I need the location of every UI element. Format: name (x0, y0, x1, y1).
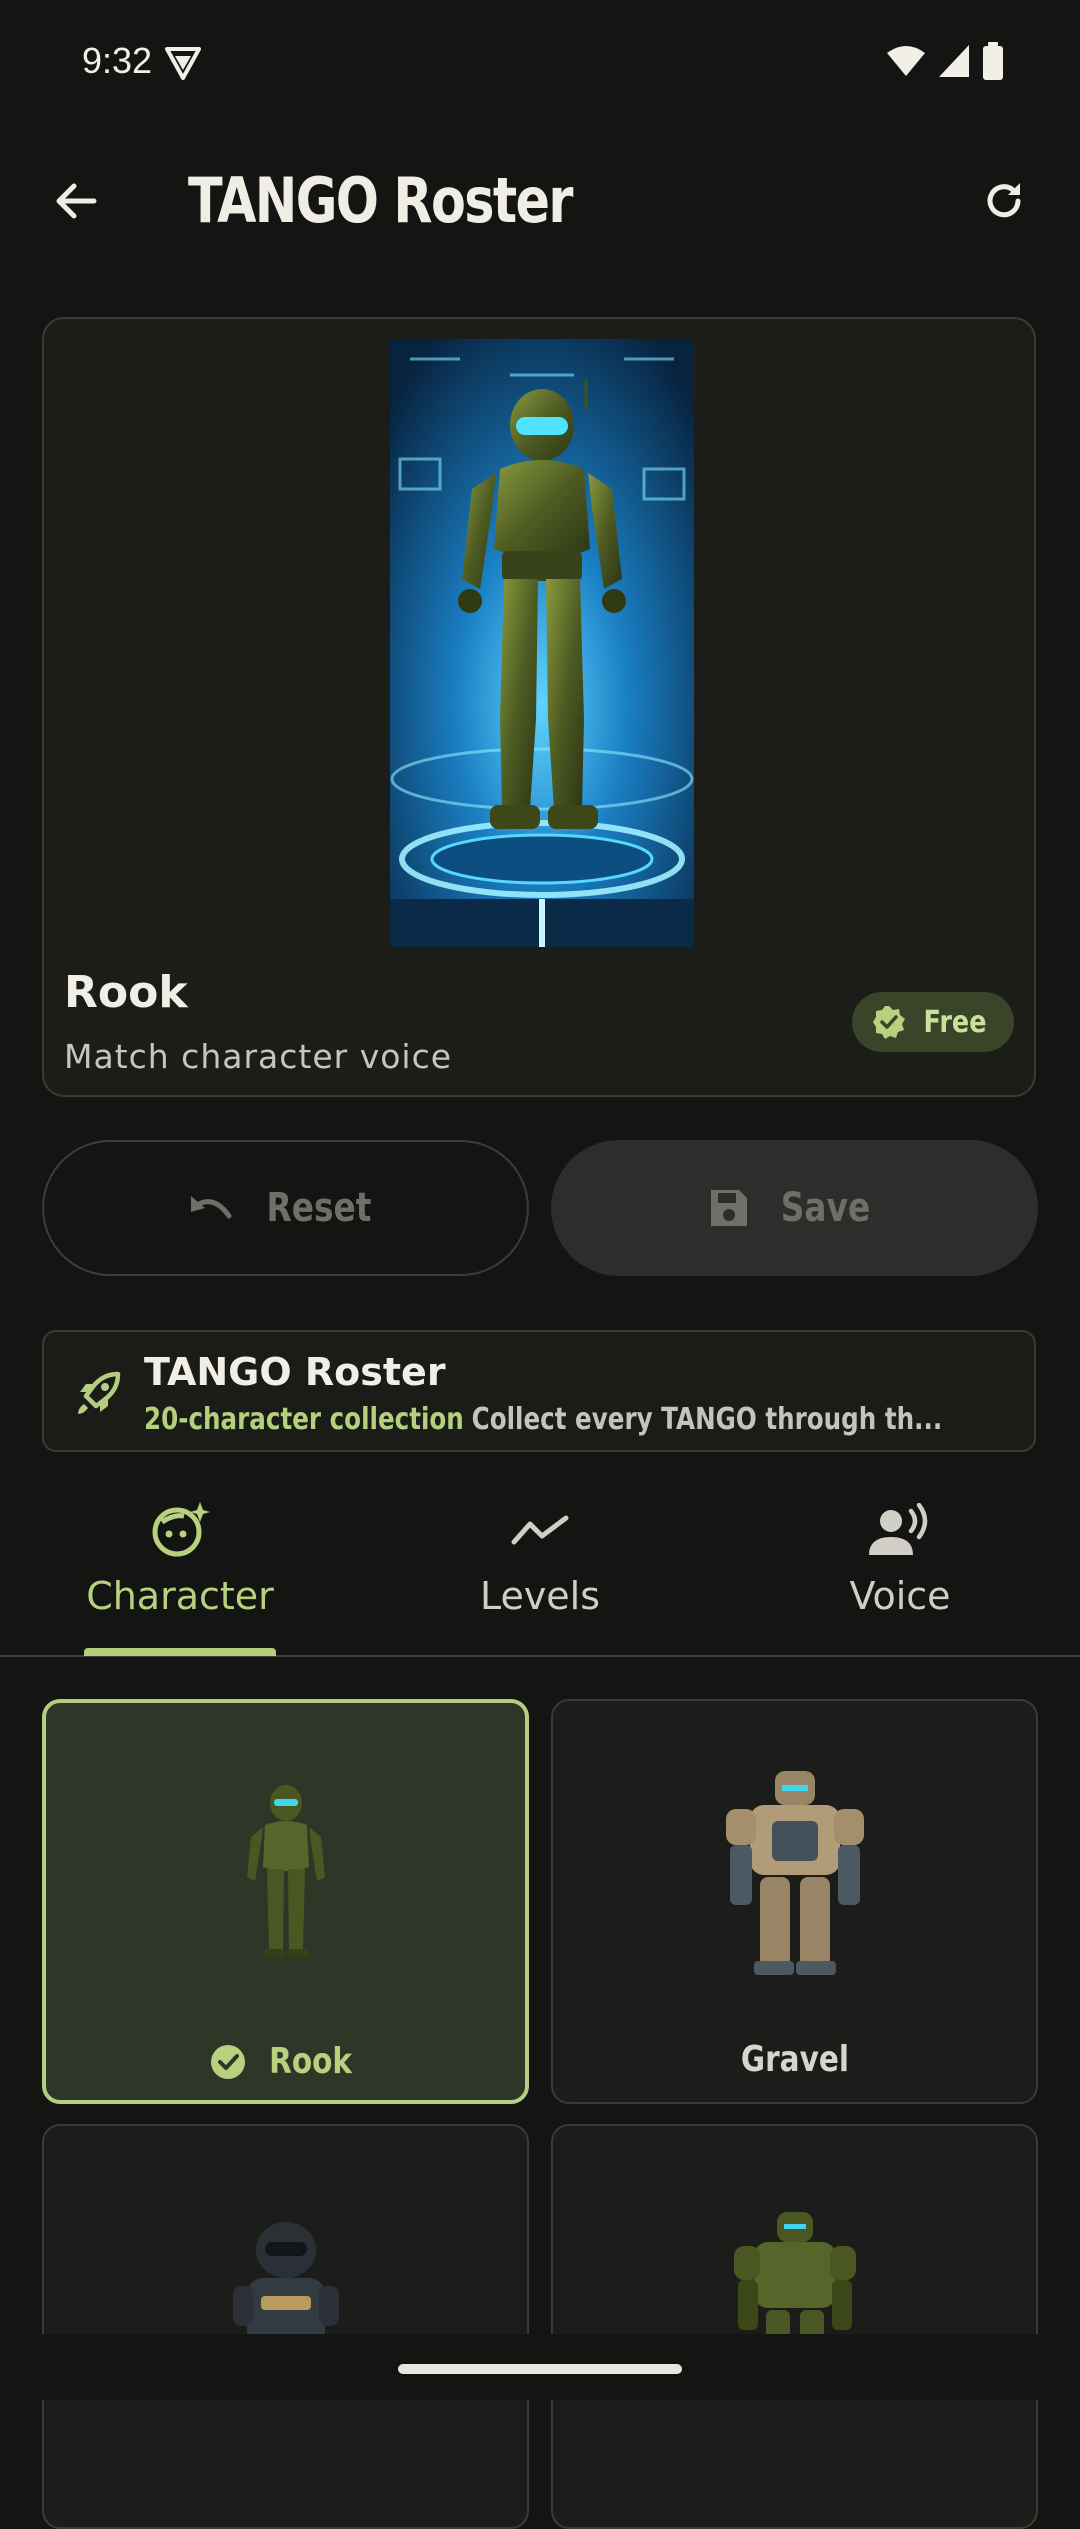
tab-character-label: Character (86, 1574, 274, 1618)
status-time: 9:32 (82, 40, 153, 81)
battery-icon (983, 42, 1003, 80)
hero-card: Rook Match character voice Free (42, 317, 1036, 1097)
free-badge-label: Free (923, 1004, 987, 1040)
status-icons (886, 42, 1004, 80)
tab-voice-label: Voice (849, 1574, 951, 1618)
character-face-icon (148, 1498, 212, 1562)
wifi-icon (887, 46, 925, 76)
reset-button[interactable]: Reset (42, 1140, 529, 1276)
banner-title: TANGO Roster (144, 1350, 446, 1394)
character-card-gravel[interactable]: Gravel (551, 1699, 1038, 2104)
refresh-icon (987, 183, 1021, 218)
tab-levels-label: Levels (479, 1574, 601, 1618)
character-card-4[interactable] (551, 2124, 1038, 2529)
rocket-icon (72, 1366, 126, 1420)
tab-active-indicator (84, 1648, 276, 1656)
tab-character[interactable]: Character (0, 1490, 360, 1650)
free-badge: Free (851, 992, 1014, 1052)
character-card-name: Rook (269, 2041, 352, 2082)
character-card-label: Gravel (553, 2039, 1036, 2080)
save-button[interactable]: Save (551, 1140, 1038, 1276)
voice-person-icon (868, 1498, 932, 1562)
banner-description-line: 20-character collection Collect every TA… (144, 1402, 942, 1437)
arrow-left-icon (56, 183, 97, 219)
banner-highlight: 20-character collection (144, 1402, 464, 1437)
collection-banner[interactable]: TANGO Roster 20-character collection Col… (42, 1330, 1036, 1452)
character-card-label: Rook (46, 2041, 525, 2082)
save-disk-icon (710, 1190, 747, 1226)
home-indicator[interactable] (398, 2364, 682, 2374)
trend-line-icon (508, 1498, 572, 1562)
save-label: Save (780, 1185, 871, 1231)
tab-voice[interactable]: Voice (720, 1490, 1080, 1650)
refresh-button[interactable] (968, 165, 1040, 237)
character-card-name: Gravel (740, 2039, 849, 2080)
check-circle-icon (210, 2044, 245, 2079)
character-card-rook[interactable]: Rook (42, 1699, 529, 2104)
page-title: TANGO Roster (188, 164, 573, 237)
signal-icon (939, 45, 969, 77)
gravel-thumbnail (720, 1761, 870, 1985)
character-portrait (390, 339, 694, 947)
character-subtitle: Match character voice (64, 1037, 453, 1076)
character-card-3[interactable] (42, 2124, 529, 2529)
verified-icon (872, 1006, 905, 1039)
back-button[interactable] (40, 165, 112, 237)
reset-label: Reset (266, 1185, 371, 1231)
rook-thumbnail (241, 1781, 331, 1965)
undo-icon (190, 1196, 231, 1219)
vpn-icon (164, 44, 202, 82)
banner-description: Collect every TANGO through th... (471, 1402, 943, 1437)
character-name: Rook (64, 967, 188, 1018)
tab-levels[interactable]: Levels (360, 1490, 720, 1650)
